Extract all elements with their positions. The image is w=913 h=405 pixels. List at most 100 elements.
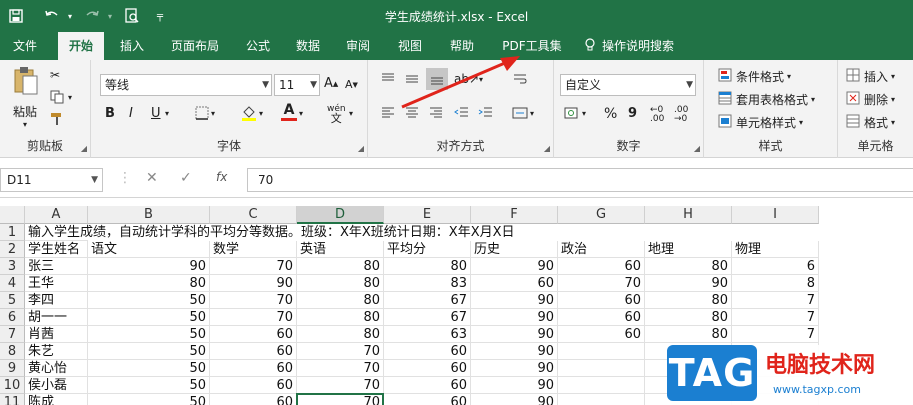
column-header-f[interactable]: F xyxy=(471,206,558,224)
cell-d2[interactable]: 英语 xyxy=(297,241,384,258)
row-header-8[interactable]: 8 xyxy=(0,343,25,360)
enter-icon[interactable]: ✓ xyxy=(180,170,192,186)
cell-i3[interactable]: 6 xyxy=(732,258,819,275)
cell-d7[interactable]: 80 xyxy=(297,326,384,343)
cell-g8[interactable] xyxy=(558,343,645,360)
cell-g9[interactable] xyxy=(558,360,645,377)
cell-i6[interactable]: 7 xyxy=(732,309,819,326)
row-header-9[interactable]: 9 xyxy=(0,360,25,377)
column-header-d[interactable]: D xyxy=(297,206,384,224)
cancel-icon[interactable]: ✕ xyxy=(146,170,158,186)
cell-b7[interactable]: 50 xyxy=(88,326,210,343)
cell-c5[interactable]: 70 xyxy=(210,292,297,309)
cell-f9[interactable]: 90 xyxy=(471,360,558,377)
column-header-g[interactable]: G xyxy=(558,206,645,224)
cell-b5[interactable]: 50 xyxy=(88,292,210,309)
cell-d6[interactable]: 80 xyxy=(297,309,384,326)
cell-g11[interactable] xyxy=(558,394,645,405)
cell-g5[interactable]: 60 xyxy=(558,292,645,309)
cell-e11[interactable]: 60 xyxy=(384,394,471,405)
cell-e8[interactable]: 60 xyxy=(384,343,471,360)
select-all-corner[interactable] xyxy=(0,206,25,224)
cell-d10[interactable]: 70 xyxy=(297,377,384,394)
cell-e6[interactable]: 67 xyxy=(384,309,471,326)
cell-a9[interactable]: 黄心怡 xyxy=(25,360,88,377)
cell-g7[interactable]: 60 xyxy=(558,326,645,343)
cell-i2[interactable]: 物理 xyxy=(732,241,819,258)
cell-h3[interactable]: 80 xyxy=(645,258,732,275)
cell-g6[interactable]: 60 xyxy=(558,309,645,326)
cell-i5[interactable]: 7 xyxy=(732,292,819,309)
cell-a8[interactable]: 朱艺 xyxy=(25,343,88,360)
row-header-11[interactable]: 11 xyxy=(0,394,25,405)
cell-h4[interactable]: 90 xyxy=(645,275,732,292)
cell-h7[interactable]: 80 xyxy=(645,326,732,343)
cell-b3[interactable]: 90 xyxy=(88,258,210,275)
cell-f6[interactable]: 90 xyxy=(471,309,558,326)
cell-c6[interactable]: 70 xyxy=(210,309,297,326)
cell-a5[interactable]: 李四 xyxy=(25,292,88,309)
cell-g4[interactable]: 70 xyxy=(558,275,645,292)
cell-b9[interactable]: 50 xyxy=(88,360,210,377)
row-header-3[interactable]: 3 xyxy=(0,258,25,275)
cell-e5[interactable]: 67 xyxy=(384,292,471,309)
cell-c7[interactable]: 60 xyxy=(210,326,297,343)
row-header-5[interactable]: 5 xyxy=(0,292,25,309)
cell-h5[interactable]: 80 xyxy=(645,292,732,309)
cell-g10[interactable] xyxy=(558,377,645,394)
column-header-i[interactable]: I xyxy=(732,206,819,224)
cell-d3[interactable]: 80 xyxy=(297,258,384,275)
cell-b8[interactable]: 50 xyxy=(88,343,210,360)
cell-a2[interactable]: 学生姓名 xyxy=(25,241,88,258)
cell-a7[interactable]: 肖茜 xyxy=(25,326,88,343)
row-header-6[interactable]: 6 xyxy=(0,309,25,326)
column-header-c[interactable]: C xyxy=(210,206,297,224)
cell-a3[interactable]: 张三 xyxy=(25,258,88,275)
cell-f4[interactable]: 60 xyxy=(471,275,558,292)
cell-i4[interactable]: 8 xyxy=(732,275,819,292)
row-header-1[interactable]: 1 xyxy=(0,224,25,241)
cell-f10[interactable]: 90 xyxy=(471,377,558,394)
cell-d5[interactable]: 80 xyxy=(297,292,384,309)
row-header-2[interactable]: 2 xyxy=(0,241,25,258)
cell-e3[interactable]: 80 xyxy=(384,258,471,275)
cell-h2[interactable]: 地理 xyxy=(645,241,732,258)
cell-i7[interactable]: 7 xyxy=(732,326,819,343)
cell-a1[interactable]: 输入学生成绩，自动统计学科的平均分等数据。班级：X年X班统计日期：X年X月X日 xyxy=(25,224,515,241)
cell-d11[interactable]: 70 xyxy=(297,394,384,405)
cell-d8[interactable]: 70 xyxy=(297,343,384,360)
cell-c3[interactable]: 70 xyxy=(210,258,297,275)
row-header-7[interactable]: 7 xyxy=(0,326,25,343)
cell-a10[interactable]: 侯小磊 xyxy=(25,377,88,394)
cell-e9[interactable]: 60 xyxy=(384,360,471,377)
cell-a4[interactable]: 王华 xyxy=(25,275,88,292)
cell-f11[interactable]: 90 xyxy=(471,394,558,405)
cell-f8[interactable]: 90 xyxy=(471,343,558,360)
cell-b11[interactable]: 50 xyxy=(88,394,210,405)
cell-c8[interactable]: 60 xyxy=(210,343,297,360)
row-header-10[interactable]: 10 xyxy=(0,377,25,394)
column-header-e[interactable]: E xyxy=(384,206,471,224)
cell-b6[interactable]: 50 xyxy=(88,309,210,326)
cell-c11[interactable]: 60 xyxy=(210,394,297,405)
cell-d4[interactable]: 80 xyxy=(297,275,384,292)
cell-a6[interactable]: 胡一一 xyxy=(25,309,88,326)
cell-e10[interactable]: 60 xyxy=(384,377,471,394)
cell-g3[interactable]: 60 xyxy=(558,258,645,275)
formula-input[interactable]: 70 xyxy=(247,168,913,192)
column-header-b[interactable]: B xyxy=(88,206,210,224)
cell-c10[interactable]: 60 xyxy=(210,377,297,394)
cell-h6[interactable]: 80 xyxy=(645,309,732,326)
cell-f7[interactable]: 90 xyxy=(471,326,558,343)
cell-f2[interactable]: 历史 xyxy=(471,241,558,258)
cell-c4[interactable]: 90 xyxy=(210,275,297,292)
cell-b4[interactable]: 80 xyxy=(88,275,210,292)
column-header-h[interactable]: H xyxy=(645,206,732,224)
cell-e2[interactable]: 平均分 xyxy=(384,241,471,258)
column-header-a[interactable]: A xyxy=(25,206,88,224)
cell-f5[interactable]: 90 xyxy=(471,292,558,309)
cell-c2[interactable]: 数学 xyxy=(210,241,297,258)
cell-f3[interactable]: 90 xyxy=(471,258,558,275)
cell-b2[interactable]: 语文 xyxy=(88,241,210,258)
cell-e4[interactable]: 83 xyxy=(384,275,471,292)
